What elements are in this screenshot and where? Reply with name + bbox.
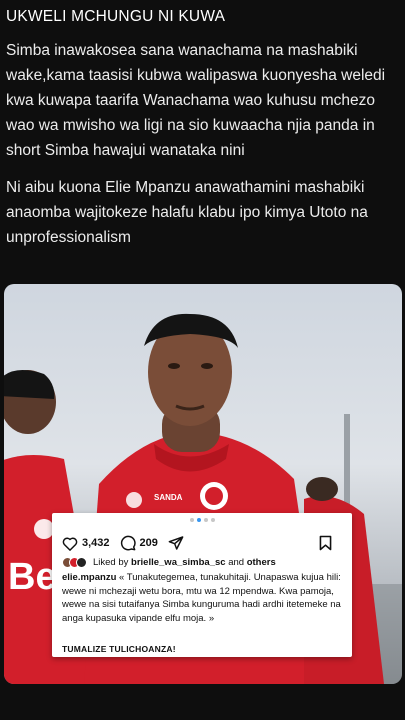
post-paragraph-2: Ni aibu kuona Elie Mpanzu anawathamini m… <box>6 179 368 246</box>
save-action[interactable] <box>319 535 332 551</box>
carousel-indicator <box>52 518 352 522</box>
comments-count: 209 <box>139 537 158 549</box>
liker-avatars <box>62 557 87 568</box>
post-actions: 3,432 209 <box>62 533 342 553</box>
liked-by-line: Liked by brielle_wa_simba_sc and others <box>62 557 344 568</box>
comment-action[interactable]: 209 <box>120 535 158 551</box>
liked-by-and: and <box>228 557 245 568</box>
comment-icon[interactable] <box>120 535 136 551</box>
instagram-post-card[interactable]: 3,432 209 Liked by brielle_wa_simba_sc a… <box>52 513 352 657</box>
jersey-print: SANDA <box>154 493 183 502</box>
post-headline: UKWELI MCHUNGU NI KUWA <box>6 8 226 25</box>
post-tagline: TUMALIZE TULICHOANZA! <box>62 644 176 654</box>
liked-by-prefix: Liked by <box>93 557 129 568</box>
caption-username[interactable]: elie.mpanzu <box>62 572 116 583</box>
share-icon[interactable] <box>168 535 184 551</box>
liked-by-others[interactable]: others <box>247 557 276 568</box>
liked-by-user[interactable]: brielle_wa_simba_sc <box>131 557 226 568</box>
post-caption: elie.mpanzu « Tunakutegemea, tunakuhitaj… <box>62 571 342 625</box>
post-paragraph-1: Simba inawakosea sana wanachama na masha… <box>6 42 386 159</box>
share-action[interactable] <box>168 535 184 551</box>
avatar <box>76 557 87 568</box>
heart-icon[interactable] <box>62 536 78 551</box>
bookmark-icon[interactable] <box>319 535 332 551</box>
likes-count: 3,432 <box>82 537 110 549</box>
like-action[interactable]: 3,432 <box>62 536 110 551</box>
post-text: UKWELI MCHUNGU NI KUWA Simba inawakosea … <box>6 6 402 250</box>
